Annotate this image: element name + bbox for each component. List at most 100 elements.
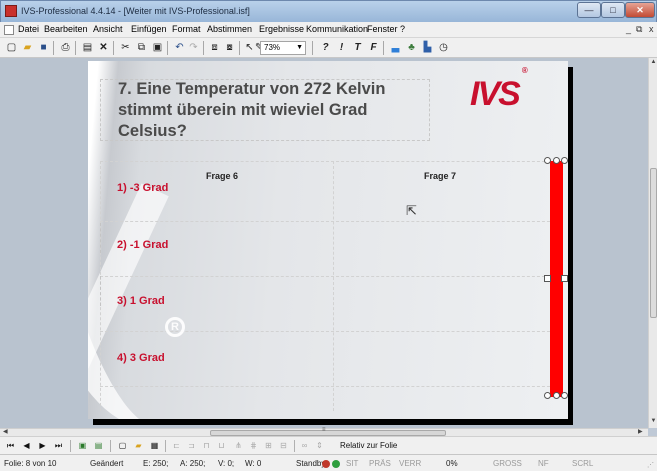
bars-icon[interactable]: ▙ [420, 40, 435, 55]
resize-grip-icon[interactable]: ⋰ [647, 461, 654, 469]
nav-separator [165, 440, 166, 452]
resize-handle[interactable] [561, 275, 568, 282]
align-left-icon[interactable]: ⊏ [170, 440, 183, 452]
first-slide-icon[interactable]: ⏮ [4, 440, 17, 452]
menu-fenster[interactable]: Fenster [367, 24, 398, 34]
menu-kommunikation[interactable]: Kommunikation [306, 24, 368, 34]
link-icon[interactable]: ∞ [298, 440, 311, 452]
resize-handle[interactable] [553, 392, 560, 399]
zoom-select[interactable]: 73% ▼ [260, 41, 306, 55]
chart-category-label: Frage 7 [424, 171, 457, 181]
menu-ansicht[interactable]: Ansicht [93, 24, 123, 34]
copy-icon[interactable]: ⧉ [134, 40, 149, 55]
answer-option-1[interactable]: 1) -3 Grad [117, 182, 168, 194]
distribute-v-icon[interactable]: ⋕ [247, 440, 260, 452]
answer-option-2[interactable]: 2) -1 Grad [117, 239, 168, 251]
question-text[interactable]: 7. Eine Temperatur von 272 Kelvin stimmt… [118, 79, 438, 142]
save-icon[interactable]: ■ [36, 40, 51, 55]
exclamation-format-button[interactable]: ! [334, 40, 349, 55]
menu-einfuegen[interactable]: Einfügen [131, 24, 167, 34]
sit-indicator: SIT [346, 459, 359, 468]
align-center-icon[interactable]: ⊐ [185, 440, 198, 452]
paste-icon[interactable]: ▣ [150, 40, 165, 55]
menu-ergebnisse[interactable]: Ergebnisse [259, 24, 304, 34]
document-icon[interactable] [4, 25, 14, 35]
nav-separator [294, 440, 295, 452]
timer-icon[interactable]: ◷ [436, 40, 451, 55]
nav-separator [110, 440, 111, 452]
align-bottom-icon[interactable]: ⊔ [215, 440, 228, 452]
toolbar-separator [53, 41, 54, 55]
scroll-left-icon[interactable]: ◀ [3, 428, 8, 435]
group-icon[interactable]: ♣ [404, 40, 419, 55]
watermark-r-icon: R [165, 317, 185, 337]
same-height-icon[interactable]: ⊟ [277, 440, 290, 452]
relative-to-slide-label[interactable]: Relativ zur Folie [340, 441, 397, 450]
last-slide-icon[interactable]: ⏭ [52, 440, 65, 452]
horizontal-scrollbar[interactable]: ◀ ≡ ▶ [0, 427, 648, 436]
slide-canvas[interactable]: 7. Eine Temperatur von 272 Kelvin stimmt… [88, 61, 568, 419]
menu-datei[interactable]: Datei [18, 24, 39, 34]
resize-handle[interactable] [544, 157, 551, 164]
grid-line [333, 161, 334, 411]
resize-handle[interactable] [561, 392, 568, 399]
answer-option-4[interactable]: 4) 3 Grad [117, 352, 165, 364]
question-format-button[interactable]: ? [318, 40, 333, 55]
vote-stop-icon[interactable]: ▤ [92, 440, 105, 452]
close-button[interactable]: ✕ [625, 2, 655, 18]
vertical-scrollbar[interactable]: ▲ ▼ [648, 58, 657, 428]
view-folder-icon[interactable]: ▰ [132, 440, 145, 452]
answer-option-3[interactable]: 3) 1 Grad [117, 295, 165, 307]
scroll-thumb[interactable] [650, 168, 657, 318]
mode-status: Standby [296, 459, 326, 468]
vote-start-icon[interactable]: ▣ [76, 440, 89, 452]
menu-help[interactable]: ? [400, 24, 405, 34]
chart-category-label: Frage 6 [206, 171, 239, 181]
menu-bearbeiten[interactable]: Bearbeiten [44, 24, 88, 34]
resize-handle[interactable] [544, 275, 551, 282]
properties-icon[interactable]: ▤ [80, 40, 95, 55]
menu-abstimmen[interactable]: Abstimmen [207, 24, 252, 34]
new-icon[interactable]: ▢ [4, 40, 19, 55]
slide-counter: Folie: 8 von 10 [4, 459, 57, 468]
t-format-button[interactable]: T [350, 40, 365, 55]
same-size-icon[interactable]: ⊞ [262, 440, 275, 452]
mdi-restore-button[interactable]: ⧉ [636, 24, 642, 35]
scroll-right-icon[interactable]: ▶ [638, 428, 643, 435]
menu-format[interactable]: Format [172, 24, 201, 34]
result-bar-container[interactable] [544, 157, 568, 399]
view-normal-icon[interactable]: ▢ [116, 440, 129, 452]
open-icon[interactable]: ▰ [20, 40, 35, 55]
redo-icon[interactable]: ↷ [186, 40, 201, 55]
maximize-button[interactable]: □ [601, 2, 625, 18]
undo-icon[interactable]: ↶ [172, 40, 187, 55]
scroll-up-icon[interactable]: ▲ [649, 59, 657, 65]
scroll-grip-icon: ≡ [322, 427, 326, 433]
mdi-minimize-button[interactable]: _ [626, 24, 631, 34]
sort-icon[interactable]: ⇕ [313, 440, 326, 452]
resize-handle[interactable] [553, 157, 560, 164]
grid-line [100, 161, 560, 162]
resize-handle[interactable] [561, 157, 568, 164]
grid-line [100, 276, 560, 277]
chart-icon[interactable]: ▃ [388, 40, 403, 55]
toolbar-separator [239, 41, 240, 55]
slide-copy-icon[interactable]: ⧈ [207, 40, 222, 55]
toolbar: ▢ ▰ ■ ⎙ ▤ ✕ ✂ ⧉ ▣ ↶ ↷ ⧈ ⧇ ↖ ✎ 73% ▼ ? ! … [0, 38, 657, 58]
resize-handle[interactable] [544, 392, 551, 399]
f-format-button[interactable]: F [366, 40, 381, 55]
minimize-button[interactable]: — [577, 2, 601, 18]
cut-icon[interactable]: ✂ [118, 40, 133, 55]
view-slides-icon[interactable]: ▦ [148, 440, 161, 452]
delete-icon[interactable]: ✕ [96, 40, 111, 55]
distribute-icon[interactable]: ⋔ [232, 440, 245, 452]
align-top-icon[interactable]: ⊓ [200, 440, 213, 452]
scroll-down-icon[interactable]: ▼ [649, 418, 657, 424]
slide-paste-icon[interactable]: ⧇ [222, 40, 237, 55]
a-counter: A: 250; [180, 459, 206, 468]
next-slide-icon[interactable]: ▶ [36, 440, 49, 452]
mdi-close-button[interactable]: x [649, 24, 654, 34]
prev-slide-icon[interactable]: ◀ [20, 440, 33, 452]
progress-percent: 0% [446, 459, 458, 468]
print-icon[interactable]: ⎙ [58, 40, 73, 55]
